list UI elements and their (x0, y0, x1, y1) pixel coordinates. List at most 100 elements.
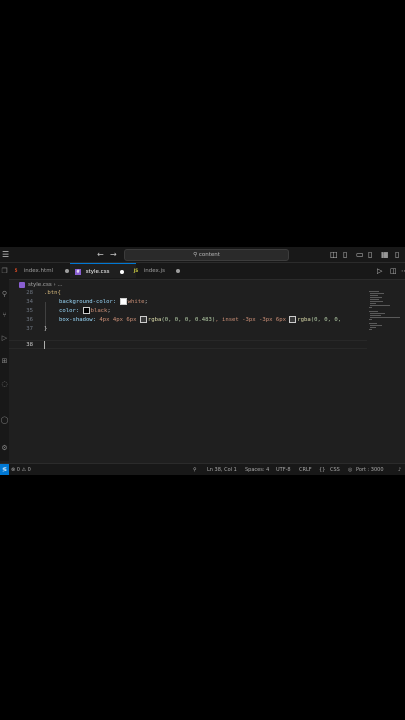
code-editor[interactable]: 28 .btn{ 34 background-color: white; 35 … (9, 290, 367, 458)
activity-bar: ❐ ⚲ ⑂ ▷ ⊞ ◌ ◯ ⚙ (0, 263, 9, 461)
toggle-secondary-sidebar-icon[interactable]: ▯ (368, 250, 372, 259)
color-swatch-rgba[interactable] (289, 316, 297, 323)
live-server-port[interactable]: Port : 3000 (356, 464, 384, 475)
line-number: 28 (26, 290, 33, 296)
minimap-line (370, 303, 376, 304)
tab-index-js[interactable]: JS index.js (133, 263, 188, 279)
css-value: , inset -3px -3px 6px (215, 317, 290, 323)
minimap-line (370, 295, 378, 296)
color-swatch-white[interactable] (119, 298, 127, 305)
line-number: 34 (26, 299, 33, 305)
breadcrumb-symbol[interactable]: ... (57, 282, 62, 288)
split-editor-icon[interactable]: ◫ (390, 267, 397, 275)
play-icon[interactable]: ▷ (377, 267, 382, 275)
css-property: background-color: (59, 299, 120, 305)
line-number: 37 (26, 326, 33, 332)
color-swatch-rgba[interactable] (139, 316, 147, 323)
minimap-line (370, 317, 400, 318)
line-ending[interactable]: CRLF (299, 464, 312, 475)
css-value: 4px 4px 6px (99, 317, 140, 323)
tab-index-html[interactable]: 5 index.html (13, 263, 73, 279)
minimap-line (370, 315, 381, 316)
warning-icon: ⚠ (21, 467, 27, 473)
unsaved-dot-icon[interactable] (176, 269, 180, 273)
css-value: black (90, 308, 108, 314)
minimap-line (370, 313, 385, 314)
more-icon[interactable]: ⋯ (401, 267, 405, 275)
line-number: 35 (26, 308, 33, 314)
search-view-icon[interactable]: ⚲ (0, 290, 9, 298)
minimap-line (370, 305, 390, 306)
css-file-icon (19, 281, 25, 288)
tab-label: index.html (23, 268, 54, 274)
css-selector: .btn{ (44, 290, 61, 296)
color-swatch-black[interactable] (82, 307, 90, 314)
css-value: white (127, 299, 145, 305)
notifications-icon[interactable]: ♪ (398, 464, 401, 475)
code-line[interactable]: color: black; (59, 307, 111, 316)
title-bar: ☰ ← → ⚲ content ◫ ▯ ▭ ▯ ▦ ▯ (0, 247, 405, 263)
command-center-search[interactable]: ⚲ content (124, 249, 289, 261)
unsaved-dot-icon[interactable] (120, 270, 124, 274)
current-line-highlight (9, 340, 367, 349)
explorer-icon[interactable]: ❐ (0, 267, 9, 275)
semicolon: ; (107, 308, 111, 314)
css-args: (0, 0, 0, (310, 317, 342, 323)
code-line[interactable]: background-color: white; (59, 298, 148, 307)
hamburger-icon[interactable]: ☰ (2, 250, 9, 259)
closing-brace: } (44, 326, 48, 332)
text-cursor (44, 341, 45, 349)
code-line[interactable]: .btn{ (44, 289, 61, 298)
tab-style-css[interactable]: # style.css (70, 263, 136, 278)
toggle-panel-icon[interactable]: ▭ (356, 250, 364, 259)
arrow-right-icon[interactable]: → (110, 250, 117, 259)
tab-label: style.css (85, 269, 110, 275)
line-number: 36 (26, 317, 33, 323)
minimap[interactable] (367, 290, 405, 460)
indentation[interactable]: Spaces: 4 (245, 464, 269, 475)
run-debug-icon[interactable]: ▷ (0, 334, 9, 342)
cursor-position[interactable]: Ln 38, Col 1 (207, 464, 237, 475)
breadcrumb-file[interactable]: style.css (28, 282, 52, 288)
copilot-icon[interactable]: ◫ (330, 250, 338, 259)
account-icon[interactable]: ◯ (0, 416, 9, 424)
zoom-icon[interactable]: ⚲ (193, 464, 197, 475)
minimap-line (369, 323, 377, 324)
live-server-icon: ◎ (348, 467, 353, 473)
window-close-icon[interactable]: ▯ (395, 250, 399, 259)
code-line[interactable]: box-shadow: 4px 4px 6px rgba(0, 0, 0, 0.… (59, 316, 341, 325)
encoding[interactable]: UTF-8 (276, 464, 291, 475)
semicolon: ; (144, 299, 148, 305)
search-icon: ⚲ (193, 252, 198, 258)
css-file-icon: # (75, 269, 81, 275)
unsaved-dot-icon[interactable] (65, 269, 69, 273)
minimap-line (370, 297, 382, 298)
js-file-icon: JS (133, 268, 139, 273)
minimap-line (369, 311, 378, 312)
line-number-current: 38 (26, 342, 33, 348)
source-control-icon[interactable]: ⑂ (0, 311, 9, 319)
error-count: 0 (16, 467, 20, 473)
css-property: box-shadow: (59, 317, 100, 323)
minimap-line (369, 329, 372, 330)
code-line[interactable]: } (44, 325, 47, 334)
minimap-line (370, 327, 376, 328)
braces-icon[interactable]: {} (319, 464, 325, 475)
vscode-window: ☰ ← → ⚲ content ◫ ▯ ▭ ▯ ▦ ▯ ❐ ⚲ ⑂ ▷ ⊞ ◌ … (0, 247, 405, 475)
arrow-left-icon[interactable]: ← (97, 250, 104, 259)
minimap-line (369, 291, 379, 292)
error-icon: ⊗ (11, 467, 16, 473)
warning-count: 0 (27, 467, 31, 473)
css-function: rgba (297, 317, 311, 323)
settings-gear-icon[interactable]: ⚙ (0, 444, 9, 452)
layout-icon[interactable]: ▦ (381, 250, 389, 259)
extensions-icon[interactable]: ⊞ (0, 357, 9, 365)
css-function: rgba (147, 317, 162, 323)
remote-explorer-icon[interactable]: ◌ (0, 380, 9, 388)
problems-indicator[interactable]: ⊗ 0 ⚠ 0 (11, 464, 31, 475)
minimap-line (370, 325, 382, 326)
minimap-line (370, 299, 379, 300)
remote-indicator-icon[interactable]: ≶ (0, 464, 9, 475)
toggle-sidebar-icon[interactable]: ▯ (343, 250, 347, 259)
language-mode[interactable]: CSS (330, 464, 340, 475)
